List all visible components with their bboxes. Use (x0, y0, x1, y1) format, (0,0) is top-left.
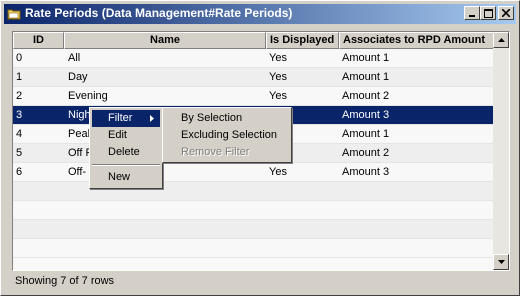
empty-row (13, 201, 494, 220)
empty-row (13, 239, 494, 258)
cell-name: Evening (68, 90, 108, 102)
maximize-icon (483, 8, 493, 18)
empty-row (13, 182, 494, 201)
status-text: Showing 7 of 7 rows (15, 275, 115, 287)
cell-id: 5 (16, 147, 23, 159)
cell-is-displayed: Yes (269, 52, 287, 64)
submenu-item-excluding-selection[interactable]: Excluding Selection (165, 127, 289, 144)
menu-item-new[interactable]: New (92, 169, 160, 186)
table-row[interactable]: 1 Day Yes Amount 1 (13, 68, 494, 87)
cell-amount: Amount 1 (342, 128, 390, 140)
empty-row (13, 220, 494, 239)
vertical-scrollbar[interactable] (493, 32, 509, 270)
cell-is-displayed: Yes (269, 90, 287, 102)
title-bar[interactable]: Rate Periods (Data Management#Rate Perio… (4, 4, 516, 24)
table-row[interactable]: 0 All Yes Amount 1 (13, 49, 494, 68)
menu-separator (92, 164, 160, 166)
submenu-item-remove-filter: Remove Filter (181, 146, 250, 158)
folder-icon (7, 9, 21, 20)
close-icon (502, 9, 510, 17)
menu-item-edit[interactable]: Edit (92, 127, 160, 144)
cell-amount: Amount 1 (342, 52, 390, 64)
filter-submenu: By Selection Excluding Selection Remove … (162, 107, 292, 163)
table-row[interactable]: 2 Evening Yes Amount 2 (13, 87, 494, 106)
scroll-down-button[interactable] (493, 254, 509, 270)
cell-id: 1 (16, 71, 23, 83)
context-menu: Filter Edit Delete New (89, 107, 163, 189)
menu-item-delete[interactable]: Delete (92, 144, 160, 161)
column-header-is-displayed[interactable]: Is Displayed (266, 32, 339, 49)
cell-id: 3 (16, 109, 23, 121)
grid-header: ID Name Is Displayed Associates to RPD A… (13, 32, 494, 49)
cell-amount: Amount 3 (342, 166, 390, 178)
table-row[interactable]: 6 Off- Yes Amount 3 (13, 163, 494, 182)
window-title: Rate Periods (Data Management#Rate Perio… (25, 6, 293, 20)
cell-name: All (68, 52, 81, 64)
minimize-icon (469, 15, 475, 17)
menu-item-filter-label: Filter (108, 112, 133, 124)
cell-id: 2 (16, 90, 23, 102)
column-header-associates-to-rpd-amount[interactable]: Associates to RPD Amount (339, 32, 494, 49)
cell-name: Off- (68, 166, 87, 178)
cell-id: 0 (16, 52, 23, 64)
arrow-up-icon (497, 38, 505, 42)
cell-amount: Amount 2 (342, 147, 390, 159)
maximize-button[interactable] (480, 6, 496, 20)
cell-amount: Amount 3 (342, 109, 390, 121)
cell-amount: Amount 1 (342, 71, 390, 83)
column-header-name[interactable]: Name (64, 32, 266, 49)
cell-id: 6 (16, 166, 23, 178)
cell-name: Day (68, 71, 88, 83)
minimize-button[interactable] (464, 6, 480, 20)
cell-name: Nigh (68, 109, 91, 121)
arrow-down-icon (497, 260, 505, 264)
column-header-id[interactable]: ID (13, 32, 64, 49)
submenu-arrow-icon (150, 115, 154, 122)
close-button[interactable] (498, 6, 514, 20)
cell-is-displayed: Yes (269, 71, 287, 83)
cell-is-displayed: Yes (269, 166, 287, 178)
scroll-up-button[interactable] (493, 32, 509, 48)
status-bar: Showing 7 of 7 rows (12, 273, 510, 290)
cell-id: 4 (16, 128, 23, 140)
submenu-item-by-selection[interactable]: By Selection (165, 110, 289, 127)
cell-amount: Amount 2 (342, 90, 390, 102)
rate-periods-window: Rate Periods (Data Management#Rate Perio… (0, 0, 520, 296)
menu-item-filter[interactable]: Filter (92, 110, 160, 127)
